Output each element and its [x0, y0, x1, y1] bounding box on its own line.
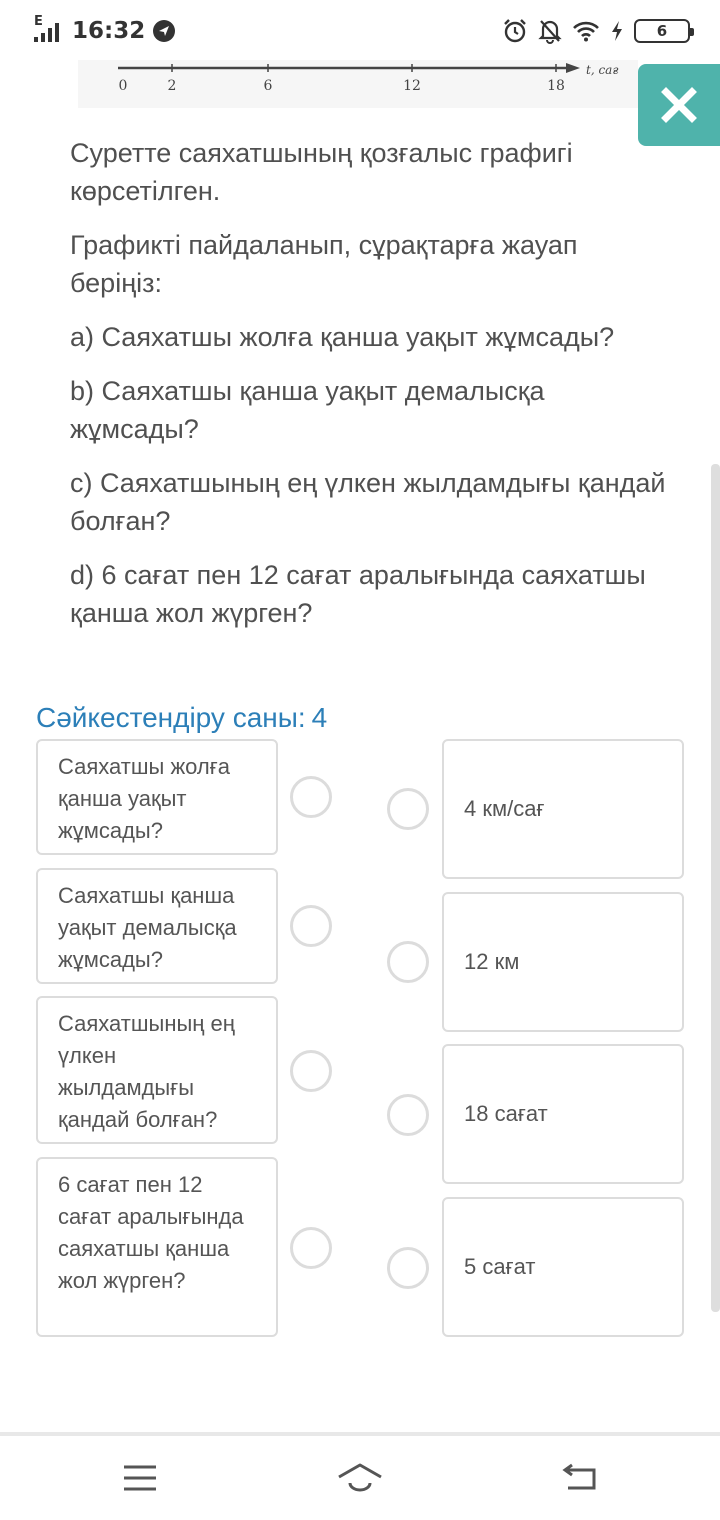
alarm-icon [504, 19, 526, 43]
match-right-item-4[interactable]: 5 сағат [442, 1197, 684, 1337]
match-right-radio-4[interactable] [387, 1247, 429, 1289]
question-item-b: b) Саяхатшы қанша уақыт демалысқа жұмсад… [70, 376, 545, 444]
status-right: 6 [502, 18, 694, 44]
question-text: Суретте саяхатшының қозғалыс графигі көр… [70, 134, 670, 648]
status-left: E 16:32 [34, 14, 176, 44]
match-right-text: 12 км [464, 949, 520, 974]
network-type: E [34, 14, 43, 29]
match-left-item-4[interactable]: 6 сағат пен 12 сағат аралығында саяхатшы… [36, 1157, 278, 1337]
graph-axis-label: t, сағ [586, 63, 618, 77]
graph-tick-12: 12 [403, 78, 421, 94]
graph-tick-18: 18 [547, 78, 565, 94]
status-time: 16:32 [72, 18, 146, 44]
match-right-text: 18 сағат [464, 1101, 548, 1126]
system-nav-bar [0, 1436, 720, 1520]
graph-tick-6: 6 [264, 78, 273, 94]
match-right-radio-2[interactable] [387, 941, 429, 983]
signal-icon: E [34, 14, 64, 44]
match-left-text: Саяхатшы жолға қанша уақыт жұмсады? [58, 754, 231, 843]
match-right-item-3[interactable]: 18 сағат [442, 1044, 684, 1184]
match-left-radio-4[interactable] [290, 1227, 332, 1269]
graph-tick-0: 0 [119, 78, 128, 94]
graph-tick-2: 2 [168, 78, 177, 94]
question-item-c: c) Саяхатшының ең үлкен жылдамдығы қанда… [70, 468, 666, 536]
match-left-text: Саяхатшы қанша уақыт демалысқа жұмсады? [58, 883, 237, 972]
match-right-item-1[interactable]: 4 км/сағ [442, 739, 684, 879]
match-left-item-2[interactable]: Саяхатшы қанша уақыт демалысқа жұмсады? [36, 868, 278, 984]
match-right-radio-1[interactable] [387, 788, 429, 830]
match-count-text: Сәйкестендіру саны: [36, 702, 306, 733]
match-right-text: 5 сағат [464, 1254, 536, 1279]
close-icon [661, 87, 697, 123]
match-count-label: Сәйкестендіру саны: 4 [36, 702, 327, 734]
battery-level: 6 [656, 22, 668, 40]
question-intro: Суретте саяхатшының қозғалыс графигі көр… [70, 138, 573, 206]
match-left-radio-2[interactable] [290, 905, 332, 947]
match-right-text: 4 км/сағ [464, 796, 545, 821]
motion-graph-image: 0 2 6 12 18 t, сағ [78, 60, 638, 108]
back-icon [562, 1463, 596, 1490]
match-right-item-2[interactable]: 12 км [442, 892, 684, 1032]
battery-indicator: 6 [634, 19, 694, 43]
home-icon [338, 1463, 382, 1492]
question-item-d: d) 6 сағат пен 12 сағат аралығында саяха… [70, 560, 646, 628]
match-left-radio-1[interactable] [290, 776, 332, 818]
match-left-item-1[interactable]: Саяхатшы жолға қанша уақыт жұмсады? [36, 739, 278, 855]
menu-icon [124, 1465, 156, 1491]
mute-bell-icon [538, 20, 562, 44]
charging-icon [612, 21, 622, 41]
match-left-radio-3[interactable] [290, 1050, 332, 1092]
question-item-a: a) Саяхатшы жолға қанша уақыт жұмсады? [70, 322, 615, 352]
match-count-value: 4 [311, 702, 328, 733]
wifi-icon [573, 21, 599, 42]
question-instruction: Графикті пайдаланып, сұрақтарға жауап бе… [70, 230, 578, 298]
match-right-radio-3[interactable] [387, 1094, 429, 1136]
back-button[interactable] [550, 1454, 610, 1502]
status-bar: E 16:32 6 [0, 0, 720, 64]
match-left-item-3[interactable]: Саяхатшының ең үлкен жылдамдығы қандай б… [36, 996, 278, 1144]
match-left-text: Саяхатшының ең үлкен жылдамдығы қандай б… [58, 1011, 235, 1132]
menu-button[interactable] [110, 1454, 170, 1502]
navigation-arrow-icon [153, 20, 176, 42]
match-left-text: 6 сағат пен 12 сағат аралығында саяхатшы… [58, 1172, 244, 1293]
scrollbar[interactable] [711, 464, 720, 1312]
home-button[interactable] [330, 1454, 390, 1502]
